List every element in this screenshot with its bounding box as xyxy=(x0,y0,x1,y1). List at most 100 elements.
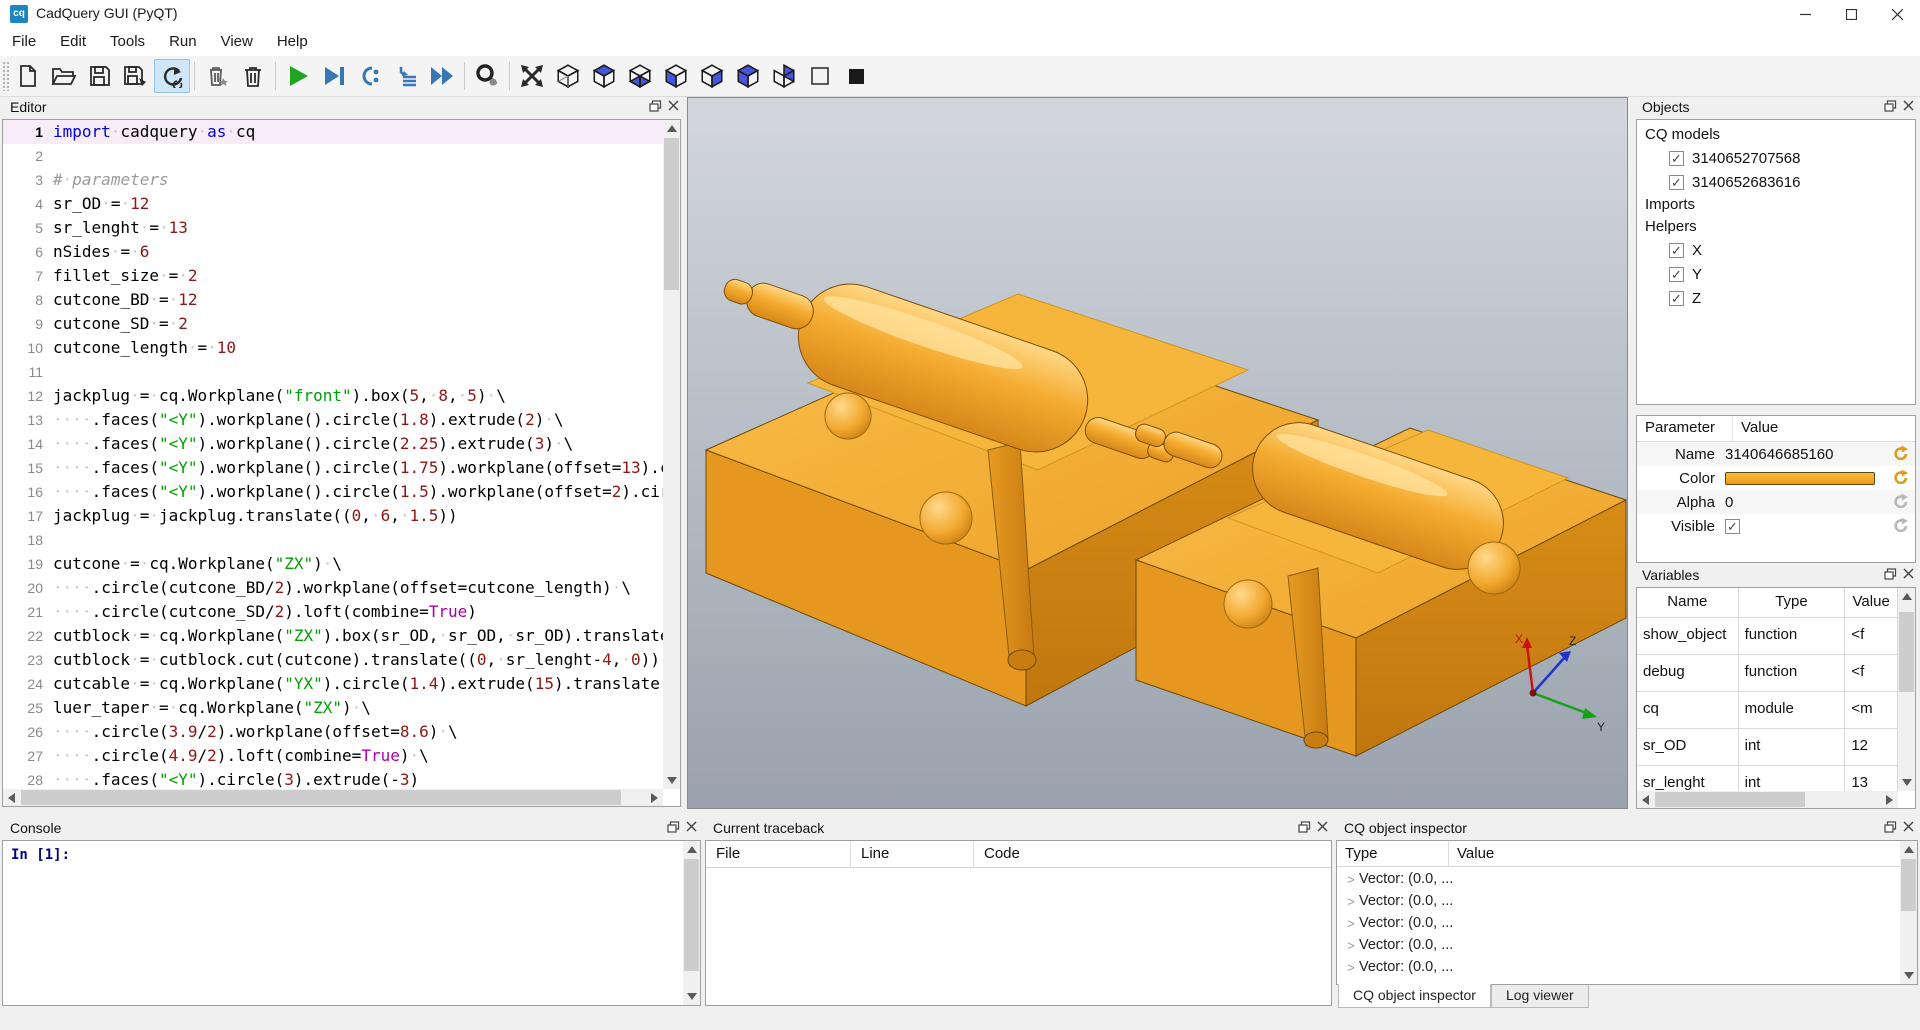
editor-line[interactable]: 23cutblock·=·cutblock.cut(cutcone).trans… xyxy=(3,648,663,672)
editor-line[interactable]: 26····.circle(3.9/2).workplane(offset=8.… xyxy=(3,720,663,744)
menu-run[interactable]: Run xyxy=(157,28,209,56)
expand-chevron-icon[interactable]: > xyxy=(1343,894,1359,909)
tree-item[interactable]: ✓Z xyxy=(1637,286,1915,310)
editor-float-icon[interactable] xyxy=(649,100,662,112)
save-as-button[interactable] xyxy=(118,59,154,93)
editor-line[interactable]: 2 xyxy=(3,144,663,168)
checkbox[interactable]: ✓ xyxy=(1669,175,1684,190)
editor-line[interactable]: 1import·cadquery·as·cq xyxy=(3,120,663,144)
inspector-close-icon[interactable] xyxy=(1903,821,1914,832)
undo-icon[interactable] xyxy=(1892,517,1909,532)
variables-hscroll-thumb[interactable] xyxy=(1655,792,1805,807)
traceback-close-icon[interactable] xyxy=(1317,821,1328,832)
editor-line[interactable]: 21····.circle(cutcone_SD/2).loft(combine… xyxy=(3,600,663,624)
inspect-code-button[interactable] xyxy=(469,59,505,93)
step-into-button[interactable] xyxy=(388,59,424,93)
delete-object-button[interactable] xyxy=(199,59,235,93)
delete-all-button[interactable] xyxy=(235,59,271,93)
inspector-vscroll-thumb[interactable] xyxy=(1901,859,1916,911)
close-button[interactable] xyxy=(1874,0,1920,28)
editor-close-icon[interactable] xyxy=(668,100,679,111)
continue-button[interactable] xyxy=(424,59,460,93)
editor-line[interactable]: 24cutcable·=·cq.Workplane("YX").circle(1… xyxy=(3,672,663,696)
editor-line[interactable]: 12jackplug·=·cq.Workplane("front").box(5… xyxy=(3,384,663,408)
3d-viewport[interactable]: X Z Y xyxy=(687,97,1628,809)
variables-col-header[interactable]: Name xyxy=(1637,588,1739,617)
console-float-icon[interactable] xyxy=(667,821,680,833)
editor-line[interactable]: 28····.faces("<Y").circle(3).extrude(-3) xyxy=(3,768,663,789)
open-file-button[interactable] xyxy=(46,59,82,93)
checkbox[interactable]: ✓ xyxy=(1669,291,1684,306)
undo-icon[interactable] xyxy=(1892,469,1909,484)
editor-line[interactable]: 27····.circle(4.9/2).loft(combine=True)·… xyxy=(3,744,663,768)
variables-float-icon[interactable] xyxy=(1884,568,1897,580)
editor-line[interactable]: 22cutblock·=·cq.Workplane("ZX").box(sr_O… xyxy=(3,624,663,648)
checkbox[interactable]: ✓ xyxy=(1669,151,1684,166)
visible-checkbox[interactable]: ✓ xyxy=(1725,519,1740,534)
editor-line[interactable]: 3#·parameters xyxy=(3,168,663,192)
editor-vscrollbar[interactable] xyxy=(663,120,680,789)
inspector-vscrollbar[interactable] xyxy=(1900,841,1917,984)
view-top-button[interactable] xyxy=(586,59,622,93)
tree-group-label[interactable]: CQ models xyxy=(1637,124,1915,146)
undo-icon[interactable] xyxy=(1892,493,1909,508)
editor-line[interactable]: 19cutcone·=·cq.Workplane("ZX")·\ xyxy=(3,552,663,576)
objects-close-icon[interactable] xyxy=(1903,100,1914,111)
checkbox[interactable]: ✓ xyxy=(1669,267,1684,282)
debug-button[interactable] xyxy=(316,59,352,93)
property-value[interactable]: 3140646685160 xyxy=(1725,446,1833,463)
tree-item[interactable]: ✓X xyxy=(1637,238,1915,262)
fit-view-button[interactable] xyxy=(514,59,550,93)
inspector-row[interactable]: >Vector: (0.0, ... xyxy=(1337,912,1900,934)
reload-button[interactable] xyxy=(154,59,190,93)
color-swatch[interactable] xyxy=(1725,472,1875,485)
editor-line[interactable]: 14····.faces("<Y").workplane().circle(2.… xyxy=(3,432,663,456)
wireframe-button[interactable] xyxy=(802,59,838,93)
maximize-button[interactable] xyxy=(1828,0,1874,28)
editor-line[interactable]: 16····.faces("<Y").workplane().circle(1.… xyxy=(3,480,663,504)
editor-line[interactable]: 15····.faces("<Y").workplane().circle(1.… xyxy=(3,456,663,480)
view-left-button[interactable] xyxy=(658,59,694,93)
variables-hscrollbar[interactable] xyxy=(1637,791,1898,808)
editor-hscrollbar[interactable] xyxy=(3,789,663,806)
expand-chevron-icon[interactable]: > xyxy=(1343,916,1359,931)
editor-line[interactable]: 5sr_lenght·=·13 xyxy=(3,216,663,240)
variables-close-icon[interactable] xyxy=(1903,568,1914,579)
checkbox[interactable]: ✓ xyxy=(1669,243,1684,258)
expand-chevron-icon[interactable]: > xyxy=(1343,872,1359,887)
variables-col-header[interactable]: Type xyxy=(1739,588,1846,617)
traceback-float-icon[interactable] xyxy=(1298,821,1311,833)
new-file-button[interactable] xyxy=(10,59,46,93)
tree-item[interactable]: ✓Y xyxy=(1637,262,1915,286)
shaded-button[interactable] xyxy=(838,59,874,93)
menu-help[interactable]: Help xyxy=(265,28,320,56)
editor-line[interactable]: 4sr_OD·=·12 xyxy=(3,192,663,216)
editor-line[interactable]: 9cutcone_SD·=·2 xyxy=(3,312,663,336)
property-value[interactable]: 0 xyxy=(1725,494,1733,511)
tree-item[interactable]: ✓3140652707568 xyxy=(1637,146,1915,170)
view-right-button[interactable] xyxy=(694,59,730,93)
editor-line[interactable]: 7fillet_size·=·2 xyxy=(3,264,663,288)
editor-line[interactable]: 17jackplug·=·jackplug.translate((0,·6,·1… xyxy=(3,504,663,528)
menu-file[interactable]: File xyxy=(0,28,48,56)
inspector-row[interactable]: >Vector: (0.0, ... xyxy=(1337,868,1900,890)
variables-col-header[interactable]: Value xyxy=(1845,588,1898,617)
editor-line[interactable]: 6nSides·=·6 xyxy=(3,240,663,264)
editor-line[interactable]: 11 xyxy=(3,360,663,384)
menu-edit[interactable]: Edit xyxy=(48,28,98,56)
console-vscroll-thumb[interactable] xyxy=(684,859,699,971)
console-close-icon[interactable] xyxy=(686,821,697,832)
view-back-button[interactable] xyxy=(766,59,802,93)
render-button[interactable] xyxy=(280,59,316,93)
menu-tools[interactable]: Tools xyxy=(98,28,157,56)
tab-log-viewer[interactable]: Log viewer xyxy=(1491,985,1589,1008)
objects-float-icon[interactable] xyxy=(1884,100,1897,112)
editor-line[interactable]: 18 xyxy=(3,528,663,552)
toolbar-drag-handle[interactable] xyxy=(2,61,10,91)
inspector-row[interactable]: >Vector: (0.0, ... xyxy=(1337,890,1900,912)
editor-vscroll-thumb[interactable] xyxy=(664,138,679,290)
expand-chevron-icon[interactable]: > xyxy=(1343,938,1359,953)
inspector-row[interactable]: >Vector: (0.0, ... xyxy=(1337,934,1900,956)
editor-line[interactable]: 13····.faces("<Y").workplane().circle(1.… xyxy=(3,408,663,432)
step-button[interactable] xyxy=(352,59,388,93)
